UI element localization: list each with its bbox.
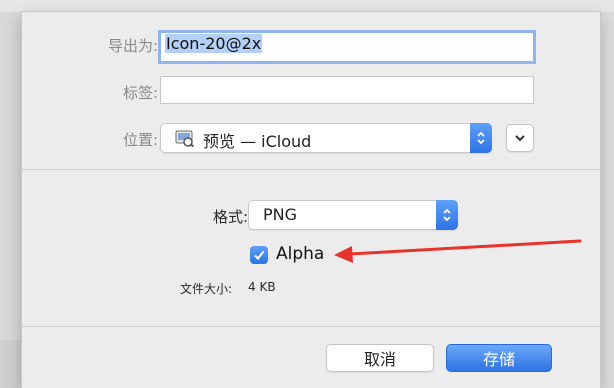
annotation-arrow <box>334 239 582 263</box>
